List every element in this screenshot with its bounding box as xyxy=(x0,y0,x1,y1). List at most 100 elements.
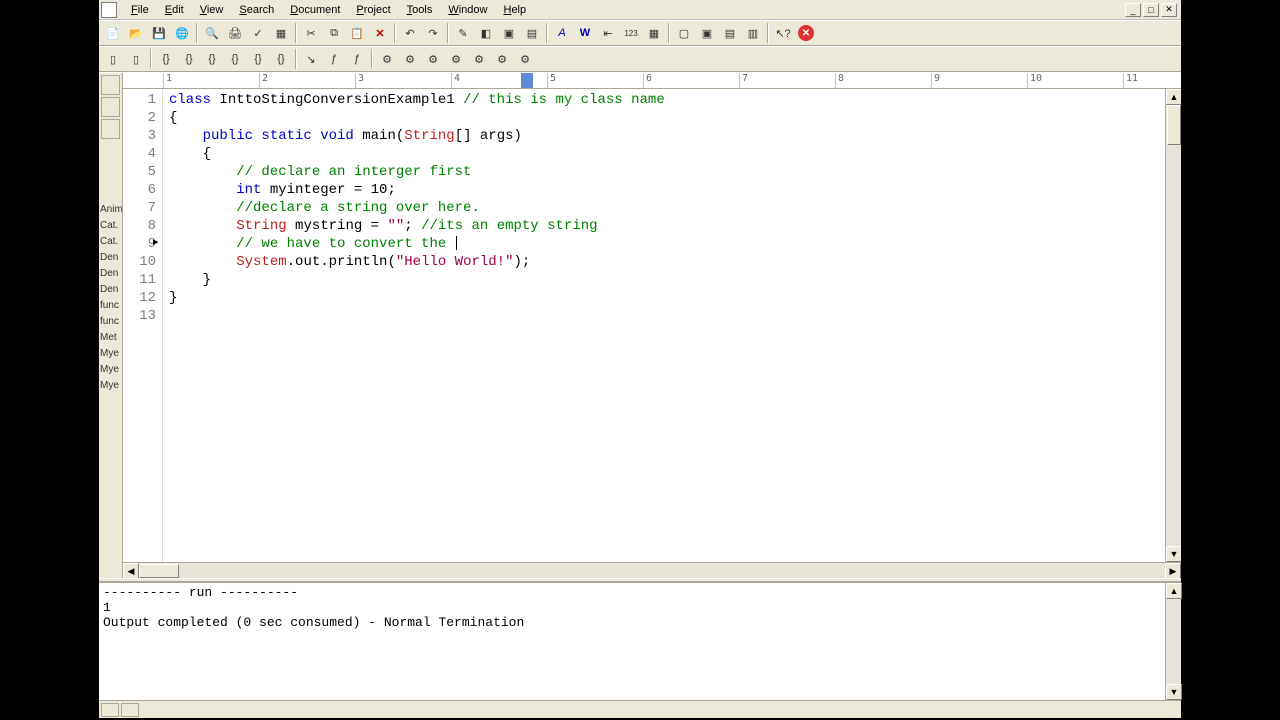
menu-file[interactable]: File xyxy=(123,2,157,18)
sidebar-item[interactable]: Den xyxy=(99,283,122,297)
minimize-button[interactable]: _ xyxy=(1125,3,1141,17)
ruler[interactable]: 1 2 3 4 5 6 7 8 9 10 11 xyxy=(123,73,1181,89)
copy-icon[interactable]: ⧉ xyxy=(323,22,345,44)
sidebar-item[interactable]: Cat. xyxy=(99,235,122,249)
menu-edit[interactable]: Edit xyxy=(157,2,192,18)
word-icon[interactable]: W xyxy=(574,22,596,44)
bottom-tool-2[interactable] xyxy=(121,703,139,717)
wand-icon[interactable]: ✎ xyxy=(452,22,474,44)
window1-icon[interactable]: ▢ xyxy=(673,22,695,44)
brace4-icon[interactable]: {} xyxy=(224,48,246,70)
ruler-mark: 8 xyxy=(835,73,931,88)
help-cursor-icon[interactable]: ↖? xyxy=(772,22,794,44)
scroll-right-icon[interactable]: ▶ xyxy=(1165,563,1181,579)
scroll-up-icon[interactable]: ▲ xyxy=(1166,89,1181,105)
output-vscroll[interactable]: ▲ ▼ xyxy=(1165,583,1181,700)
menu-help[interactable]: Help xyxy=(495,2,534,18)
tag6-icon[interactable]: ⚙ xyxy=(491,48,513,70)
brace6-icon[interactable]: {} xyxy=(270,48,292,70)
print-icon[interactable]: 🖨 xyxy=(224,22,246,44)
window2-icon[interactable]: ▣ xyxy=(696,22,718,44)
tag1-icon[interactable]: ⚙ xyxy=(376,48,398,70)
sidebar-item[interactable]: Mye xyxy=(99,347,122,361)
app-window: File Edit View Search Document Project T… xyxy=(99,0,1181,718)
fn1-icon[interactable]: ƒ xyxy=(323,48,345,70)
sidebar-tool-1[interactable] xyxy=(101,75,120,95)
sidebar-item[interactable]: Met xyxy=(99,331,122,345)
maximize-button[interactable]: □ xyxy=(1143,3,1159,17)
new-file-icon[interactable]: 📄 xyxy=(102,22,124,44)
sidebar-item[interactable]: func xyxy=(99,315,122,329)
sidebar-tool-2[interactable] xyxy=(101,97,120,117)
brace2-icon[interactable]: {} xyxy=(178,48,200,70)
doc1-icon[interactable]: ▯ xyxy=(102,48,124,70)
brace1-icon[interactable]: {} xyxy=(155,48,177,70)
stop-icon[interactable]: ✕ xyxy=(798,25,814,41)
ruler-mark: 9 xyxy=(931,73,1027,88)
line-number: 4 xyxy=(123,145,156,163)
scroll-thumb[interactable] xyxy=(139,564,179,578)
sidebar-item[interactable]: Anim xyxy=(99,203,122,217)
line-number: 5 xyxy=(123,163,156,181)
undo-icon[interactable]: ↶ xyxy=(399,22,421,44)
highlight-icon[interactable]: ◧ xyxy=(475,22,497,44)
tag5-icon[interactable]: ⚙ xyxy=(468,48,490,70)
scroll-down-icon[interactable]: ▼ xyxy=(1166,684,1182,700)
tool-a-icon[interactable]: ▤ xyxy=(521,22,543,44)
print-preview-icon[interactable]: 🔍 xyxy=(201,22,223,44)
toggle-icon[interactable]: ▦ xyxy=(270,22,292,44)
sidebar-item[interactable]: Cat. xyxy=(99,219,122,233)
line-number: 3 xyxy=(123,127,156,145)
code-editor[interactable]: class InttoStingConversionExample1 // th… xyxy=(163,89,1165,562)
scroll-left-icon[interactable]: ◀ xyxy=(123,563,139,579)
grid-icon[interactable]: ▦ xyxy=(643,22,665,44)
cut-icon[interactable]: ✂ xyxy=(300,22,322,44)
open-file-icon[interactable]: 📂 xyxy=(125,22,147,44)
sidebar-item[interactable]: Den xyxy=(99,251,122,265)
menu-document[interactable]: Document xyxy=(282,2,348,18)
fn2-icon[interactable]: ƒ xyxy=(346,48,368,70)
sidebar-item[interactable]: Mye xyxy=(99,363,122,377)
numbers-icon[interactable]: 123 xyxy=(620,22,642,44)
save-all-icon[interactable]: 🌐 xyxy=(171,22,193,44)
bottom-tool-1[interactable] xyxy=(101,703,119,717)
brace5-icon[interactable]: {} xyxy=(247,48,269,70)
scroll-up-icon[interactable]: ▲ xyxy=(1166,583,1182,599)
brace3-icon[interactable]: {} xyxy=(201,48,223,70)
scroll-thumb[interactable] xyxy=(1167,105,1181,145)
sidebar-item[interactable]: Den xyxy=(99,267,122,281)
ruler-mark: 4 xyxy=(451,73,547,88)
block-icon[interactable]: ▣ xyxy=(498,22,520,44)
menu-search[interactable]: Search xyxy=(231,2,282,18)
tag2-icon[interactable]: ⚙ xyxy=(399,48,421,70)
tag7-icon[interactable]: ⚙ xyxy=(514,48,536,70)
save-icon[interactable]: 💾 xyxy=(148,22,170,44)
doc2-icon[interactable]: ▯ xyxy=(125,48,147,70)
redo-icon[interactable]: ↷ xyxy=(422,22,444,44)
sidebar-tool-3[interactable] xyxy=(101,119,120,139)
spellcheck-icon[interactable]: ✓ xyxy=(247,22,269,44)
paste-icon[interactable]: 📋 xyxy=(346,22,368,44)
menu-window[interactable]: Window xyxy=(440,2,495,18)
menu-project[interactable]: Project xyxy=(348,2,398,18)
line-number: 11 xyxy=(123,271,156,289)
close-button[interactable]: ✕ xyxy=(1161,3,1177,17)
menu-tools[interactable]: Tools xyxy=(399,2,441,18)
delete-icon[interactable]: ✕ xyxy=(369,22,391,44)
arrow-icon[interactable]: ↘ xyxy=(300,48,322,70)
sidebar-item[interactable]: Mye xyxy=(99,379,122,393)
window4-icon[interactable]: ▥ xyxy=(742,22,764,44)
output-console[interactable]: ---------- run ----------1Output complet… xyxy=(99,583,1165,700)
indent-left-icon[interactable]: ⇤ xyxy=(597,22,619,44)
editor-vscroll[interactable]: ▲ ▼ xyxy=(1165,89,1181,562)
italic-icon[interactable]: A xyxy=(551,22,573,44)
tag3-icon[interactable]: ⚙ xyxy=(422,48,444,70)
ruler-mark: 5 xyxy=(547,73,643,88)
tag4-icon[interactable]: ⚙ xyxy=(445,48,467,70)
ruler-mark: 10 xyxy=(1027,73,1123,88)
scroll-down-icon[interactable]: ▼ xyxy=(1166,546,1181,562)
window3-icon[interactable]: ▤ xyxy=(719,22,741,44)
editor-hscroll[interactable]: ◀ ▶ xyxy=(123,562,1181,578)
sidebar-item[interactable]: func xyxy=(99,299,122,313)
menu-view[interactable]: View xyxy=(192,2,232,18)
